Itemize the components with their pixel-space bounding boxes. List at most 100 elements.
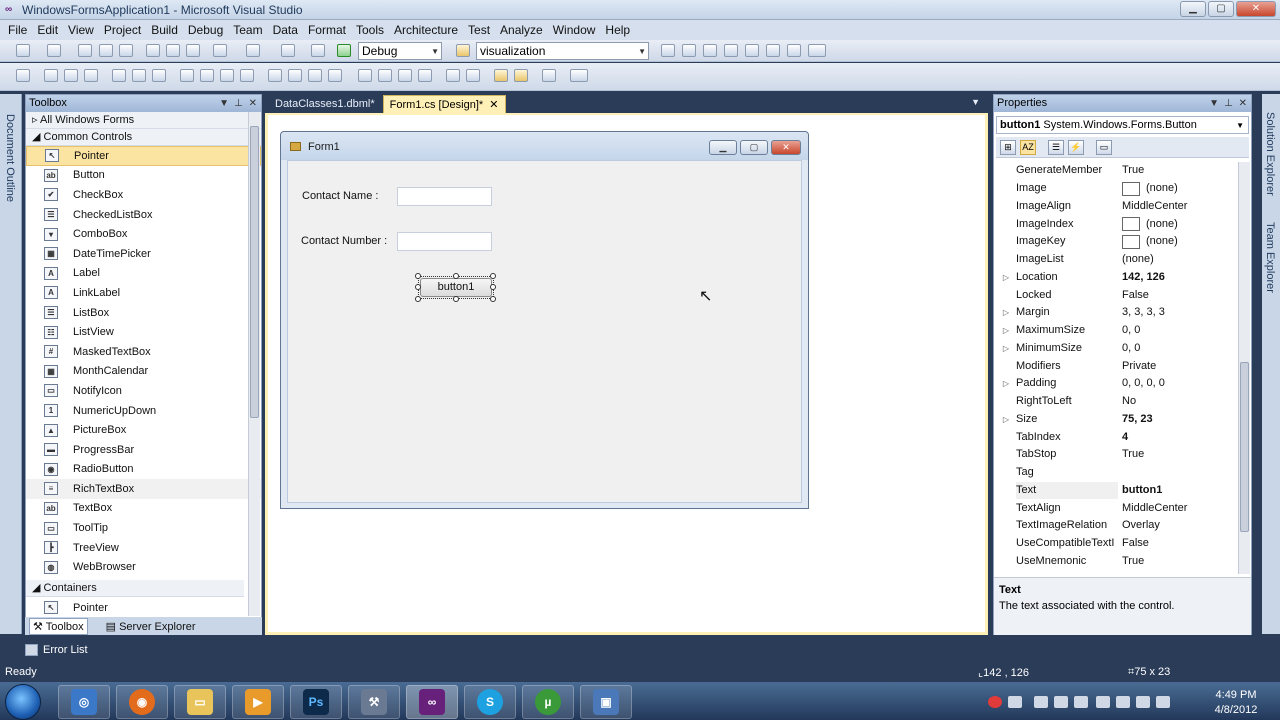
textbox-contact-number[interactable] — [397, 232, 492, 251]
camera-icon[interactable] — [1034, 696, 1048, 708]
toolbox-item-numericupdown[interactable]: 1 NumericUpDown — [26, 401, 261, 421]
center-horizontally-icon[interactable] — [446, 69, 460, 82]
error-list-tab[interactable]: Error List — [25, 640, 125, 660]
property-row-tag[interactable]: Tag — [996, 464, 1238, 482]
property-row-imageindex[interactable]: ImageIndex (none) — [996, 215, 1238, 233]
properties-scrollbar[interactable] — [1238, 162, 1250, 574]
toolbox-item-tooltip[interactable]: ▭ ToolTip — [26, 518, 261, 538]
properties-view-icon[interactable]: ☰ — [1048, 140, 1064, 155]
property-value[interactable]: Private — [1118, 358, 1238, 375]
property-value[interactable]: True — [1118, 446, 1238, 463]
toolbox-item-treeview[interactable]: ┣ TreeView — [26, 538, 261, 558]
property-value[interactable]: True — [1118, 553, 1238, 570]
center-vertically-icon[interactable] — [466, 69, 480, 82]
expand-arrow-icon[interactable]: ▷ — [996, 273, 1016, 282]
toolbox-item-checkbox[interactable]: ✔ CheckBox — [26, 185, 261, 205]
tab-form1-design[interactable]: Form1.cs [Design]* ✕ — [382, 95, 506, 113]
property-value[interactable]: (none) — [1118, 251, 1238, 268]
property-value[interactable]: (none) — [1118, 180, 1238, 197]
team-explorer-tab[interactable]: Team Explorer — [1264, 222, 1276, 293]
expand-arrow-icon[interactable]: ▷ — [996, 326, 1016, 335]
property-value[interactable]: 0, 0, 0, 0 — [1118, 375, 1238, 392]
property-value[interactable]: (none) — [1118, 216, 1238, 233]
label-contact-number[interactable]: Contact Number : — [301, 235, 387, 247]
menu-architecture[interactable]: Architecture — [389, 23, 463, 37]
menu-build[interactable]: Build — [146, 23, 183, 37]
object-browser-icon[interactable] — [703, 44, 717, 57]
align-centers-icon[interactable] — [64, 69, 78, 82]
property-row-righttoleft[interactable]: RightToLeft No — [996, 393, 1238, 411]
find-in-files-icon[interactable] — [456, 44, 470, 57]
tab-toolbox[interactable]: ⚒ Toolbox — [29, 617, 88, 635]
bring-to-front-icon[interactable] — [494, 69, 508, 82]
toolbox-item-maskedtextbox[interactable]: # MaskedTextBox — [26, 342, 261, 362]
clock[interactable]: 4:49 PM 4/8/2012 — [1206, 689, 1266, 716]
close-tab-icon[interactable]: ✕ — [486, 99, 498, 111]
align-middles-icon[interactable] — [132, 69, 146, 82]
property-row-imagelist[interactable]: ImageList (none) — [996, 251, 1238, 269]
toolbox-item-linklabel[interactable]: A LinkLabel — [26, 283, 261, 303]
pane-menu-icon[interactable]: ▼ — [1209, 95, 1219, 112]
paste-icon[interactable] — [186, 44, 200, 57]
taskbar-skype[interactable]: S — [464, 685, 516, 719]
h-spacing-remove-icon[interactable] — [328, 69, 342, 82]
menu-tools[interactable]: Tools — [351, 23, 389, 37]
property-row-maximumsize[interactable]: ▷ MaximumSize 0, 0 — [996, 322, 1238, 340]
menu-help[interactable]: Help — [600, 23, 635, 37]
property-value[interactable] — [1118, 464, 1238, 481]
events-icon[interactable]: ⚡ — [1068, 140, 1084, 155]
undo-icon[interactable] — [213, 44, 227, 57]
align-rights-icon[interactable] — [84, 69, 98, 82]
property-value[interactable]: No — [1118, 393, 1238, 410]
network-status-icon[interactable] — [1136, 696, 1150, 708]
menu-window[interactable]: Window — [548, 23, 601, 37]
resize-handle-ne[interactable] — [490, 273, 496, 279]
start-debugging-icon[interactable] — [337, 44, 351, 57]
property-row-textimagerelation[interactable]: TextImageRelation Overlay — [996, 517, 1238, 535]
tab-order-icon[interactable] — [542, 69, 556, 82]
resize-handle-s[interactable] — [453, 296, 459, 302]
property-row-generatemember[interactable]: GenerateMember True — [996, 162, 1238, 180]
menu-project[interactable]: Project — [99, 23, 146, 37]
pin-icon[interactable]: ⊥ — [1224, 95, 1233, 112]
copy-icon[interactable] — [166, 44, 180, 57]
property-value[interactable]: False — [1118, 287, 1238, 304]
settings-icon[interactable] — [1074, 696, 1088, 708]
h-spacing-decrease-icon[interactable] — [308, 69, 322, 82]
categorized-icon[interactable]: ⊞ — [1000, 140, 1016, 155]
scroll-thumb[interactable] — [250, 126, 259, 418]
taskbar-firefox[interactable]: ◉ — [116, 685, 168, 719]
property-row-size[interactable]: ▷ Size 75, 23 — [996, 411, 1238, 429]
property-row-location[interactable]: ▷ Location 142, 126 — [996, 269, 1238, 287]
alphabetical-icon[interactable]: AZ — [1020, 140, 1036, 155]
resize-handle-se[interactable] — [490, 296, 496, 302]
property-row-textalign[interactable]: TextAlign MiddleCenter — [996, 499, 1238, 517]
solution-explorer-icon[interactable] — [661, 44, 675, 57]
same-size-icon[interactable] — [220, 69, 234, 82]
property-value[interactable]: MiddleCenter — [1118, 198, 1238, 215]
toolbox-item-notifyicon[interactable]: ▭ NotifyIcon — [26, 381, 261, 401]
show-hidden-icons-icon[interactable] — [1096, 696, 1110, 708]
toolbox-item-monthcalendar[interactable]: ▦ MonthCalendar — [26, 362, 261, 382]
property-row-tabindex[interactable]: TabIndex 4 — [996, 428, 1238, 446]
menu-team[interactable]: Team — [228, 23, 267, 37]
form-minimize-button[interactable]: ▁ — [709, 140, 737, 155]
align-tops-icon[interactable] — [112, 69, 126, 82]
pin-icon[interactable]: ⊥ — [234, 95, 243, 112]
toolbox-item-textbox[interactable]: ab TextBox — [26, 499, 261, 519]
record-icon[interactable] — [988, 696, 1002, 708]
resize-handle-n[interactable] — [453, 273, 459, 279]
property-row-imagekey[interactable]: ImageKey (none) — [996, 233, 1238, 251]
label-contact-name[interactable]: Contact Name : — [302, 190, 378, 202]
taskbar-tools[interactable]: ⚒ — [348, 685, 400, 719]
taskbar-media-player[interactable]: ▶ — [232, 685, 284, 719]
add-item-icon[interactable] — [47, 44, 61, 57]
property-value[interactable]: 0, 0 — [1118, 340, 1238, 357]
button1-control[interactable]: button1 — [420, 278, 492, 297]
toolbox-item-listview[interactable]: ☷ ListView — [26, 322, 261, 342]
expand-arrow-icon[interactable]: ▷ — [996, 308, 1016, 317]
toolbox-item-checkedlistbox[interactable]: ☰ CheckedListBox — [26, 205, 261, 225]
toolbox-window-icon[interactable] — [724, 44, 738, 57]
property-value[interactable]: 75, 23 — [1118, 411, 1238, 428]
property-value[interactable]: 0, 0 — [1118, 322, 1238, 339]
